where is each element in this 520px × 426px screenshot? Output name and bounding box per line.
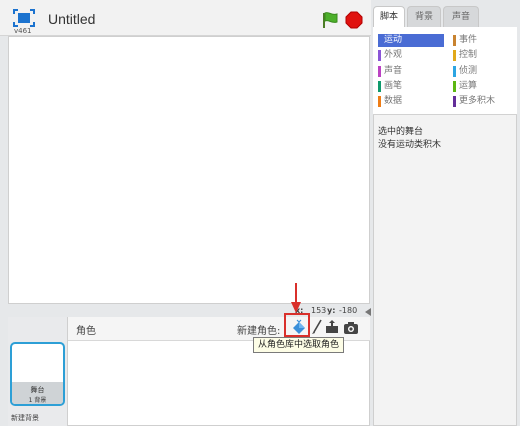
- category-swatch: [453, 81, 456, 92]
- stage-thumbnail-footer: 舞台 1 背景: [12, 382, 63, 404]
- category-sound[interactable]: 声音: [378, 65, 444, 78]
- stage-thumbnail[interactable]: 舞台 1 背景: [10, 342, 65, 406]
- camera-sprite-button[interactable]: [343, 321, 359, 335]
- fullscreen-icon: [13, 9, 35, 27]
- category-swatch: [378, 50, 381, 61]
- category-label: 控制: [459, 50, 478, 60]
- category-swatch: [378, 96, 381, 107]
- category-label: 数据: [384, 96, 403, 106]
- camera-icon: [344, 322, 358, 334]
- upload-icon: [326, 320, 338, 333]
- new-sprite-label: 新建角色:: [237, 326, 281, 337]
- stage-thumbnail-backdrop-count: 1 背景: [28, 397, 47, 404]
- version-label: v461: [14, 27, 32, 35]
- category-motion[interactable]: 运动: [378, 34, 444, 47]
- category-label: 侦测: [459, 66, 478, 76]
- mouse-x-value: 153: [311, 306, 327, 315]
- stage-thumbnail-name: 舞台: [30, 386, 45, 394]
- no-blocks-message: 没有运动类积木: [378, 140, 442, 150]
- mouse-y-value: -180: [339, 306, 358, 315]
- mouse-y-label: y:: [327, 306, 336, 315]
- category-label: 更多积木: [459, 96, 496, 106]
- green-flag-button[interactable]: [321, 11, 339, 29]
- category-sensing[interactable]: 侦测: [453, 65, 513, 78]
- category-operators[interactable]: 运算: [453, 80, 513, 93]
- sprites-label: 角色: [76, 326, 96, 337]
- tabs-bar: 脚本 背景 声音: [371, 0, 520, 27]
- category-label: 声音: [384, 66, 403, 76]
- category-label: 外观: [384, 50, 403, 60]
- category-swatch: [378, 81, 381, 92]
- category-more-blocks[interactable]: 更多积木: [453, 95, 513, 108]
- stage-canvas[interactable]: [8, 36, 370, 304]
- category-swatch: [453, 96, 456, 107]
- selected-sprite-info: 选中的舞台: [378, 127, 424, 137]
- tab-backdrops[interactable]: 背景: [407, 6, 441, 27]
- category-label: 画笔: [384, 81, 403, 91]
- stop-button[interactable]: [345, 11, 363, 29]
- category-swatch: [453, 50, 456, 61]
- tab-scripts[interactable]: 脚本: [373, 6, 405, 27]
- stop-icon: [345, 11, 363, 29]
- project-title-input[interactable]: [40, 8, 240, 30]
- category-swatch: [378, 35, 381, 46]
- green-flag-icon: [323, 12, 338, 28]
- highlight-box: [284, 313, 310, 337]
- category-swatch: [453, 35, 456, 46]
- category-swatch: [378, 66, 381, 77]
- tooltip: 从角色库中选取角色: [253, 337, 345, 353]
- new-backdrop-label: 新建背景: [11, 414, 39, 422]
- paintbrush-icon: [312, 319, 322, 334]
- category-control[interactable]: 控制: [453, 49, 513, 62]
- fullscreen-button[interactable]: [13, 9, 35, 27]
- upload-sprite-button[interactable]: [325, 320, 339, 334]
- red-arrow-annotation: [290, 283, 302, 314]
- category-events[interactable]: 事件: [453, 34, 513, 47]
- paint-new-sprite-button[interactable]: [311, 319, 323, 335]
- category-swatch: [453, 66, 456, 77]
- category-data[interactable]: 数据: [378, 95, 444, 108]
- category-looks[interactable]: 外观: [378, 49, 444, 62]
- block-categories: 运动 事件 外观 控制 声音 侦测 画笔 运算 数据 更多积木: [373, 27, 517, 115]
- category-label: 事件: [459, 35, 478, 45]
- category-label: 运算: [459, 81, 478, 91]
- tab-sounds[interactable]: 声音: [443, 6, 479, 27]
- category-pen[interactable]: 画笔: [378, 80, 444, 93]
- category-label: 运动: [384, 35, 403, 45]
- arrow-down-icon: [291, 283, 301, 313]
